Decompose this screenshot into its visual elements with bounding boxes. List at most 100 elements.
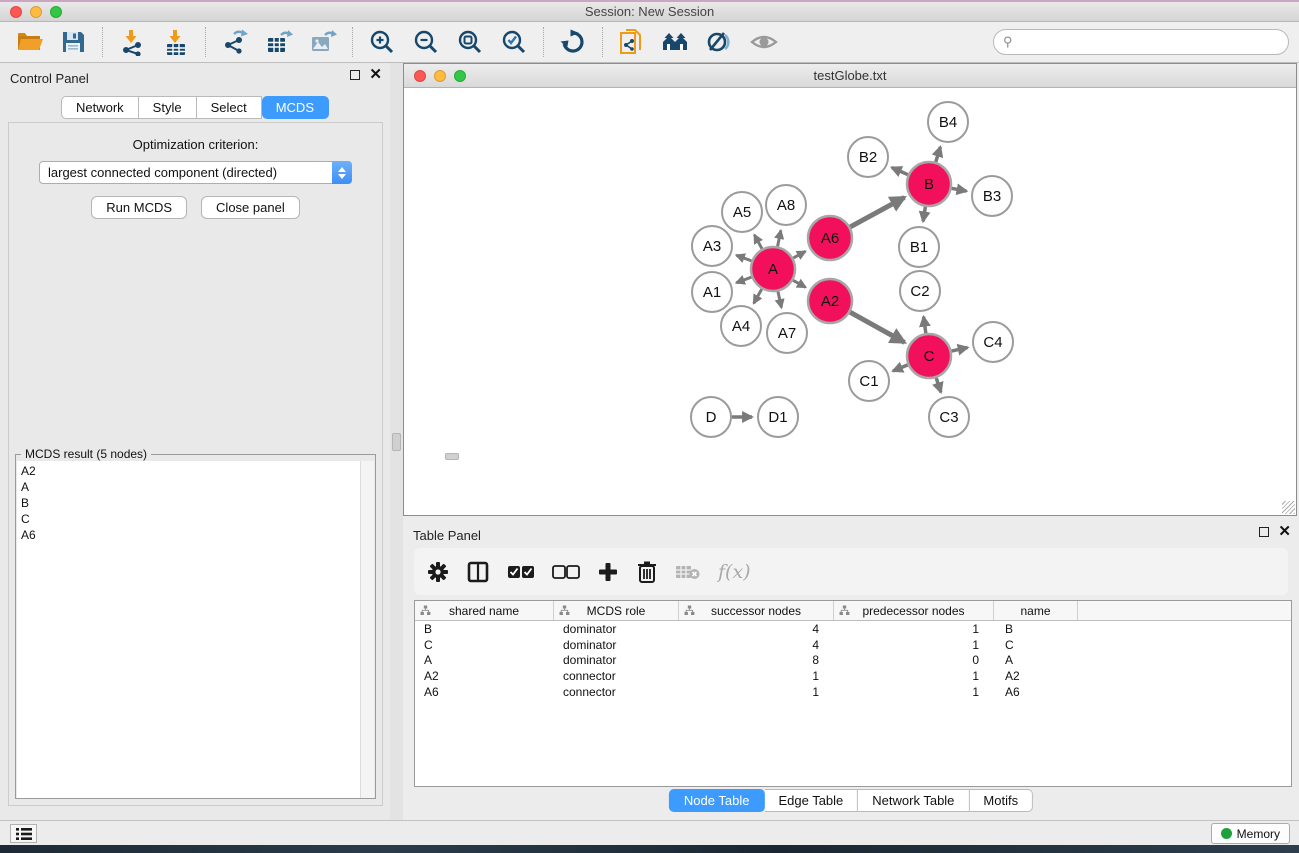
- settings-gear-icon[interactable]: [427, 561, 449, 583]
- graph-edge-A-A1[interactable]: [736, 277, 751, 283]
- network-window-titlebar[interactable]: testGlobe.txt: [404, 64, 1296, 88]
- table-cell[interactable]: A6: [994, 685, 1078, 699]
- memory-button[interactable]: Memory: [1211, 823, 1290, 844]
- graph-edge-C-C3[interactable]: [936, 378, 941, 392]
- graph-node-A1[interactable]: A1: [692, 272, 732, 312]
- unselect-all-columns-icon[interactable]: [552, 564, 580, 580]
- result-scrollbar[interactable]: [360, 461, 374, 798]
- graph-node-C1[interactable]: C1: [849, 361, 889, 401]
- graph-node-A[interactable]: A: [751, 247, 795, 291]
- table-cell[interactable]: A2: [994, 669, 1078, 683]
- first-neighbors-icon[interactable]: [661, 27, 691, 57]
- table-row[interactable]: Cdominator41C: [415, 637, 1291, 653]
- graph-edge-A2-C[interactable]: [850, 312, 904, 342]
- window-resize-grip[interactable]: [1282, 501, 1295, 514]
- table-cell[interactable]: A2: [415, 669, 554, 683]
- close-table-panel-icon[interactable]: ✕: [1278, 527, 1291, 537]
- graph-node-A2[interactable]: A2: [808, 279, 852, 323]
- table-cell[interactable]: 1: [834, 669, 994, 683]
- table-cell[interactable]: B: [994, 622, 1078, 636]
- result-item[interactable]: A: [21, 479, 362, 495]
- table-cell[interactable]: B: [415, 622, 554, 636]
- mcds-result-list[interactable]: A2ABCA6: [17, 461, 362, 798]
- float-table-panel-icon[interactable]: [1259, 527, 1269, 537]
- zoom-fit-icon[interactable]: [455, 27, 485, 57]
- divider-grip[interactable]: [392, 433, 401, 451]
- node-table[interactable]: shared nameMCDS rolesuccessor nodesprede…: [414, 600, 1292, 787]
- column-header-MCDS-role[interactable]: MCDS role: [554, 601, 679, 620]
- table-cell[interactable]: 1: [834, 685, 994, 699]
- result-item[interactable]: A6: [21, 527, 362, 543]
- zoom-selected-icon[interactable]: [499, 27, 529, 57]
- graph-edge-C-C1[interactable]: [893, 365, 908, 371]
- delete-table-icon[interactable]: [675, 563, 701, 581]
- table-row[interactable]: Bdominator41B: [415, 621, 1291, 637]
- select-all-columns-icon[interactable]: [507, 564, 535, 580]
- column-layout-icon[interactable]: [466, 560, 490, 584]
- search-input[interactable]: [1013, 35, 1288, 49]
- graph-edge-A-A6[interactable]: [793, 251, 805, 258]
- table-cell[interactable]: connector: [554, 669, 679, 683]
- graph-node-D[interactable]: D: [691, 397, 731, 437]
- show-hide-icon[interactable]: [749, 27, 779, 57]
- result-item[interactable]: B: [21, 495, 362, 511]
- panel-divider[interactable]: [390, 63, 403, 820]
- table-cell[interactable]: C: [415, 638, 554, 652]
- graph-edge-C-C2[interactable]: [924, 317, 926, 333]
- graph-edge-B-B1[interactable]: [923, 207, 925, 222]
- graph-edge-A-A8[interactable]: [778, 230, 781, 246]
- graph-edge-B-B2[interactable]: [892, 168, 908, 175]
- graph-edge-A-A3[interactable]: [736, 255, 751, 261]
- table-cell[interactable]: 0: [834, 653, 994, 667]
- graph-edge-A-A7[interactable]: [778, 291, 782, 307]
- graph-edge-A-A2[interactable]: [793, 280, 806, 287]
- table-cell[interactable]: 1: [679, 669, 834, 683]
- criterion-dropdown[interactable]: largest connected component (directed): [39, 161, 352, 184]
- graph-node-C[interactable]: C: [907, 334, 951, 378]
- graph-node-A8[interactable]: A8: [766, 185, 806, 225]
- main-titlebar[interactable]: Session: New Session: [0, 2, 1299, 22]
- new-network-from-selection-icon[interactable]: [617, 27, 647, 57]
- graph-edge-A6-B[interactable]: [850, 197, 904, 227]
- table-cell[interactable]: 1: [679, 685, 834, 699]
- table-cell[interactable]: A6: [415, 685, 554, 699]
- graph-edge-C-C4[interactable]: [951, 348, 967, 352]
- column-header-predecessor-nodes[interactable]: predecessor nodes: [834, 601, 994, 620]
- export-image-icon[interactable]: [308, 27, 338, 57]
- table-cell[interactable]: 4: [679, 638, 834, 652]
- table-cell[interactable]: connector: [554, 685, 679, 699]
- graph-edge-B-B4[interactable]: [936, 147, 941, 162]
- graph-node-A5[interactable]: A5: [722, 192, 762, 232]
- graph-node-A4[interactable]: A4: [721, 306, 761, 346]
- export-table-icon[interactable]: [264, 27, 294, 57]
- table-row[interactable]: A6connector11A6: [415, 684, 1291, 700]
- table-row[interactable]: Adominator80A: [415, 652, 1291, 668]
- horizontal-split-grip[interactable]: [445, 453, 459, 460]
- graph-node-C3[interactable]: C3: [929, 397, 969, 437]
- table-cell[interactable]: 8: [679, 653, 834, 667]
- close-panel-icon[interactable]: ✕: [369, 70, 382, 80]
- graph-node-C2[interactable]: C2: [900, 271, 940, 311]
- table-cell[interactable]: dominator: [554, 622, 679, 636]
- delete-column-icon[interactable]: [636, 560, 658, 584]
- zoom-in-icon[interactable]: [367, 27, 397, 57]
- graph-edge-A-A5[interactable]: [754, 235, 762, 249]
- table-row[interactable]: A2connector11A2: [415, 668, 1291, 684]
- table-cell[interactable]: 1: [834, 638, 994, 652]
- tab-network-table[interactable]: Network Table: [858, 789, 969, 812]
- run-mcds-button[interactable]: Run MCDS: [91, 196, 187, 219]
- table-cell[interactable]: dominator: [554, 638, 679, 652]
- import-table-icon[interactable]: [161, 27, 191, 57]
- graph-node-B3[interactable]: B3: [972, 176, 1012, 216]
- zoom-out-icon[interactable]: [411, 27, 441, 57]
- table-cell[interactable]: A: [415, 653, 554, 667]
- open-file-icon[interactable]: [14, 27, 44, 57]
- network-canvas[interactable]: B4B2BB3A8A5A6A3B1AA1C2A2A4A7C4CC1C3DD1: [404, 88, 1296, 515]
- save-session-icon[interactable]: [58, 27, 88, 57]
- graph-node-A7[interactable]: A7: [767, 313, 807, 353]
- graph-node-B4[interactable]: B4: [928, 102, 968, 142]
- result-item[interactable]: C: [21, 511, 362, 527]
- table-cell[interactable]: dominator: [554, 653, 679, 667]
- graph-node-A3[interactable]: A3: [692, 226, 732, 266]
- search-box[interactable]: ⚲: [993, 29, 1289, 55]
